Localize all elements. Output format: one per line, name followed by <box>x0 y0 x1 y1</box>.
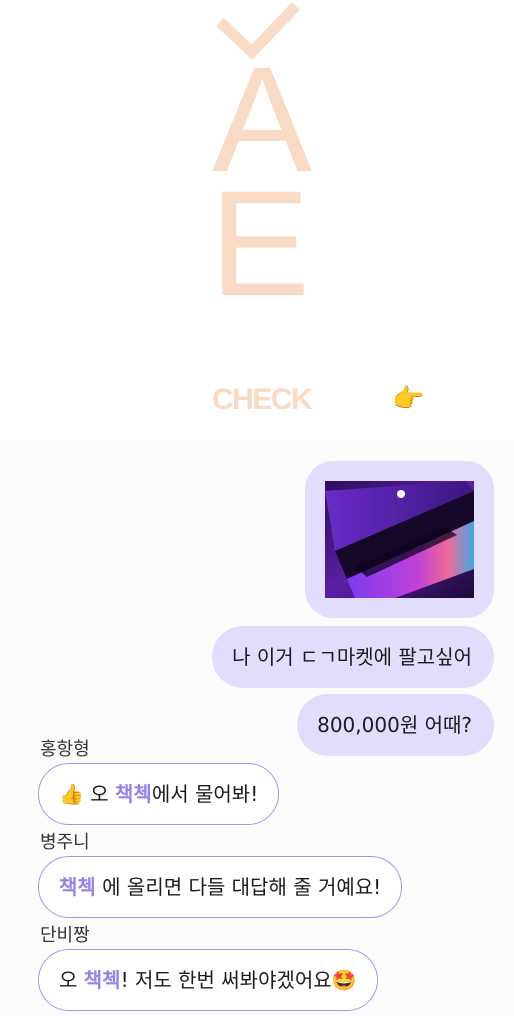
hero-section: A E CHECK 👉 <box>0 0 514 440</box>
message-text: ! 저도 한번 써봐야겠어요 <box>120 968 332 992</box>
brand-highlight: 책첵 <box>83 968 121 992</box>
outgoing-message: 나 이거 ㄷㄱ마켓에 팔고싶어 <box>212 626 494 688</box>
incoming-message: 책첵 에 올리면 다들 대답해 줄 거예요! <box>38 856 403 918</box>
star-struck-icon: 🤩 <box>331 968 357 992</box>
pointing-hand-icon: 👉 <box>392 384 425 414</box>
sender-name: 단비짱 <box>40 925 90 946</box>
incoming-message: 오 책첵! 저도 한번 써봐야겠어요🤩 <box>38 949 378 1011</box>
deco-letter-e: E <box>210 159 311 327</box>
message-text: 오 <box>59 968 84 992</box>
message-text: 에 올리면 다들 대답해 줄 거예요! <box>95 875 382 899</box>
outgoing-photo-bubble[interactable] <box>305 461 494 618</box>
thumbs-up-icon: 👍 <box>59 782 84 806</box>
laptop-photo[interactable] <box>325 481 474 598</box>
sender-name: 병주니 <box>40 832 90 853</box>
incoming-message: 👍 오 책첵에서 물어봐! <box>38 763 280 825</box>
message-text: 오 <box>83 782 116 806</box>
check-wordmark: CHECK <box>212 383 313 416</box>
chat-area: 나 이거 ㄷㄱ마켓에 팔고싶어 800,000원 어때? 홍항형 👍 오 책첵에… <box>0 440 514 1016</box>
sender-name: 홍항형 <box>40 739 90 760</box>
outgoing-message: 800,000원 어때? <box>297 694 494 756</box>
brand-highlight: 책첵 <box>115 782 152 806</box>
message-text: 에서 물어봐! <box>151 782 259 806</box>
brand-highlight: 책첵 <box>59 875 96 899</box>
